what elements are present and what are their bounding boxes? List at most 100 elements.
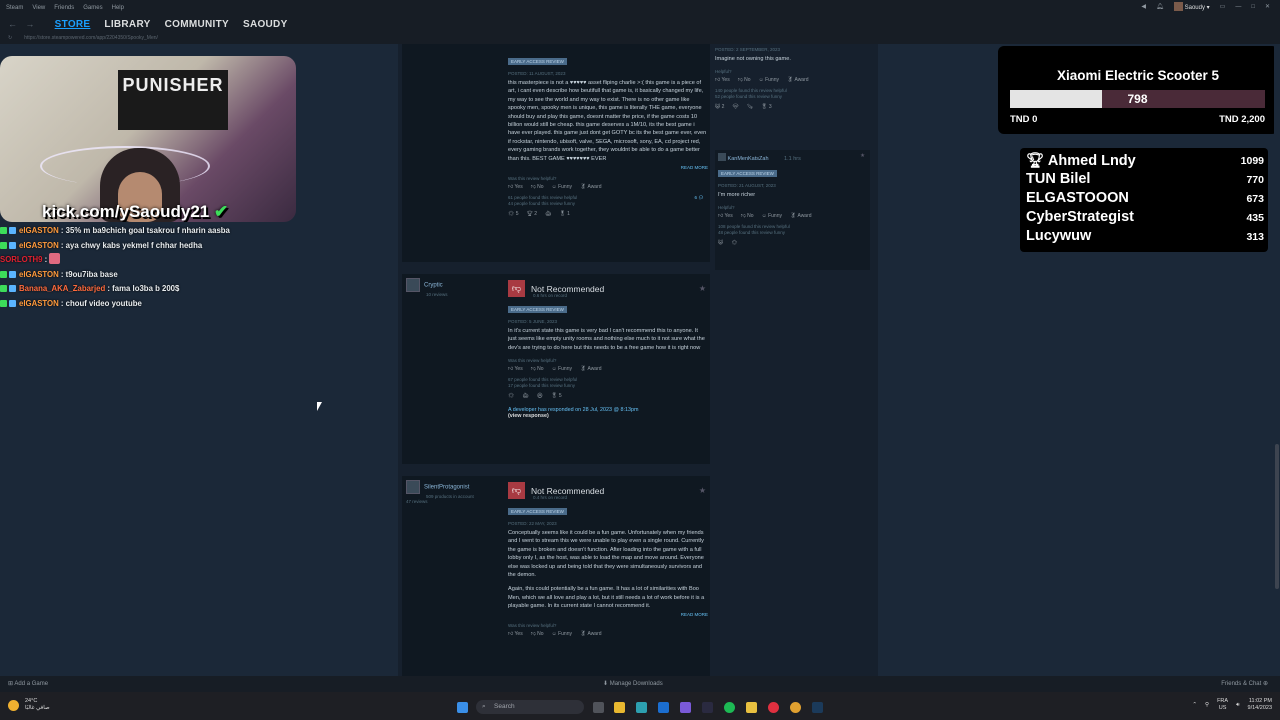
add-game-button[interactable]: ⊞ Add a Game [8, 680, 48, 687]
award-1[interactable]: 🌟︎ [508, 393, 514, 399]
menu-view[interactable]: View [32, 5, 45, 11]
chat-message: elGASTON : aya chwy kabs yekmel f chhar … [0, 239, 230, 254]
comment-count[interactable]: 6 💬︎ [695, 195, 704, 201]
award-1[interactable]: 😺︎ [718, 240, 723, 246]
review-text: In it's current state this game is very … [508, 328, 705, 351]
opera-icon[interactable] [768, 702, 779, 713]
sub-badge-icon [0, 227, 7, 234]
tab-library[interactable]: LIBRARY [104, 19, 150, 30]
language-indicator[interactable]: FRA US [1217, 698, 1228, 712]
review-text: I'm more richer [718, 192, 756, 198]
tab-store[interactable]: STORE [55, 19, 91, 30]
favorite-star-icon[interactable]: ★ [860, 153, 865, 159]
award-2[interactable]: 🌟︎ [731, 240, 737, 246]
edge-icon[interactable] [636, 702, 647, 713]
award-3[interactable]: 🪙︎ [537, 393, 543, 399]
vote-funny-button[interactable]: ☺ Funny [552, 366, 572, 372]
award-3[interactable]: 🎃︎ [545, 211, 551, 217]
outlook-icon[interactable] [658, 702, 669, 713]
vote-no-button[interactable]: 👎︎ No [531, 184, 544, 190]
review-date: POSTED: 2 SEPTEMBER, 2023 [715, 47, 781, 52]
notification-bell-icon[interactable]: 🔔︎ [1156, 3, 1164, 10]
back-arrow-icon[interactable]: ← [8, 19, 17, 29]
vote-yes-button[interactable]: 👍︎ Yes [715, 77, 730, 83]
url-bar: ↻ https://store.steampowered.com/app/220… [0, 32, 1280, 44]
vote-funny-button[interactable]: ☺ Funny [552, 184, 572, 190]
vote-no-button[interactable]: 👎︎ No [738, 77, 751, 83]
award-button[interactable]: 🏅︎ Award [787, 77, 809, 83]
url-text[interactable]: https://store.steampowered.com/app/22043… [24, 35, 158, 41]
vote-no-button[interactable]: 👎︎ No [741, 213, 754, 219]
vote-no-button[interactable]: 👎︎ No [531, 366, 544, 372]
page-scrollbar[interactable] [1274, 44, 1280, 676]
award-4[interactable]: 🎖︎ 1 [559, 211, 570, 217]
usb-icon[interactable]: ⚲ [1205, 702, 1209, 708]
user-menu[interactable]: Saoudy ▾ [1173, 2, 1210, 11]
vote-yes-button[interactable]: 👍︎ Yes [508, 366, 523, 372]
award-3[interactable]: 🪚︎ [747, 104, 753, 110]
reviewer-avatar [406, 278, 420, 292]
hours-on-record: 0.4 hrs on record [533, 495, 568, 500]
tab-community[interactable]: COMMUNITY [165, 19, 229, 30]
kick-app-icon[interactable] [702, 702, 713, 713]
vote-no-button[interactable]: 👎︎ No [531, 631, 544, 637]
menu-steam[interactable]: Steam [6, 5, 23, 11]
award-2[interactable]: 🎃︎ [522, 393, 528, 399]
taskbar-search[interactable]: ⌕ Search [476, 700, 584, 714]
vote-yes-button[interactable]: 👍︎ Yes [508, 631, 523, 637]
menu-games[interactable]: Games [83, 5, 102, 11]
reviewer-info[interactable]: KanMenKatsZah 1.1 hrs ★ [718, 153, 867, 162]
friends-chat-button[interactable]: Friends & Chat ⊕ [1221, 680, 1268, 687]
windows-start-icon[interactable] [457, 702, 468, 713]
award-button[interactable]: 🏅︎ Award [790, 213, 812, 219]
minimize-icon[interactable]: — [1235, 4, 1241, 10]
app-purple-icon[interactable] [680, 702, 691, 713]
award-button[interactable]: 🏅︎ Award [580, 631, 602, 637]
award-button[interactable]: 🏅︎ Award [580, 366, 602, 372]
vote-funny-button[interactable]: ☺ Funny [762, 213, 782, 219]
sub-badge-icon [0, 241, 7, 249]
award-2[interactable]: 💎︎ [732, 104, 738, 110]
menu-help[interactable]: Help [112, 5, 124, 11]
award-1[interactable]: 😺︎ 2 [715, 104, 724, 110]
award-1[interactable]: 🌟︎ 5 [508, 211, 519, 217]
award-4[interactable]: 🎖︎ 3 [761, 104, 772, 110]
scrollbar-thumb[interactable] [1275, 444, 1279, 589]
chrome-icon[interactable] [790, 702, 801, 713]
reviewer-avatar [718, 153, 726, 161]
tab-profile[interactable]: SAOUDY [243, 19, 288, 30]
maximize-icon[interactable]: □ [1251, 4, 1255, 10]
vote-yes-button[interactable]: 👍︎ Yes [508, 184, 523, 190]
file-explorer-icon[interactable] [614, 702, 625, 713]
award-2[interactable]: 🏆︎ 2 [527, 211, 538, 217]
read-more-link[interactable]: READ MORE [508, 612, 708, 617]
award-4[interactable]: 🎖︎ 5 [551, 393, 562, 399]
close-icon[interactable]: ✕ [1265, 3, 1270, 10]
big-picture-icon[interactable]: ▭ [1220, 3, 1226, 10]
reviewer-info[interactable]: SilentProtagonist 509 products in accoun… [406, 480, 474, 504]
task-view-icon[interactable] [593, 702, 604, 713]
view-response-link[interactable]: (view response) [508, 413, 708, 419]
vote-funny-button[interactable]: ☺ Funny [759, 77, 779, 83]
reviewer-review-count: 47 reviews [406, 499, 428, 504]
vote-row: 👍︎ Yes 👎︎ No ☺ Funny 🏅︎ Award [715, 77, 870, 83]
tray-chevron-icon[interactable]: ⌃ [1192, 702, 1197, 708]
reviewer-info[interactable]: Cryptic 10 reviews [406, 278, 448, 297]
forward-arrow-icon[interactable]: → [25, 19, 34, 29]
read-more-link[interactable]: READ MORE [508, 165, 708, 170]
vote-funny-button[interactable]: ☺ Funny [552, 631, 572, 637]
vote-yes-button[interactable]: 👍︎ Yes [718, 213, 733, 219]
award-button[interactable]: 🏅︎ Award [580, 184, 602, 190]
broadcast-icon[interactable]: ◀ [1141, 3, 1146, 10]
clock[interactable]: 11:02 PM 9/14/2023 [1248, 698, 1272, 712]
weather-widget[interactable]: 24°C صافي غالبًا [8, 698, 50, 712]
spotify-icon[interactable] [724, 702, 735, 713]
menu-friends[interactable]: Friends [54, 5, 74, 11]
notes-icon[interactable] [746, 702, 757, 713]
review-text: Conceptually seems like it could be a fu… [508, 530, 704, 579]
volume-icon[interactable]: 🔊︎ [1236, 702, 1239, 709]
reload-icon[interactable]: ↻ [8, 35, 12, 41]
sub-badge-icon [0, 285, 7, 293]
steam-taskbar-icon[interactable] [812, 702, 823, 713]
manage-downloads-button[interactable]: ⬇ Manage Downloads [603, 680, 663, 687]
